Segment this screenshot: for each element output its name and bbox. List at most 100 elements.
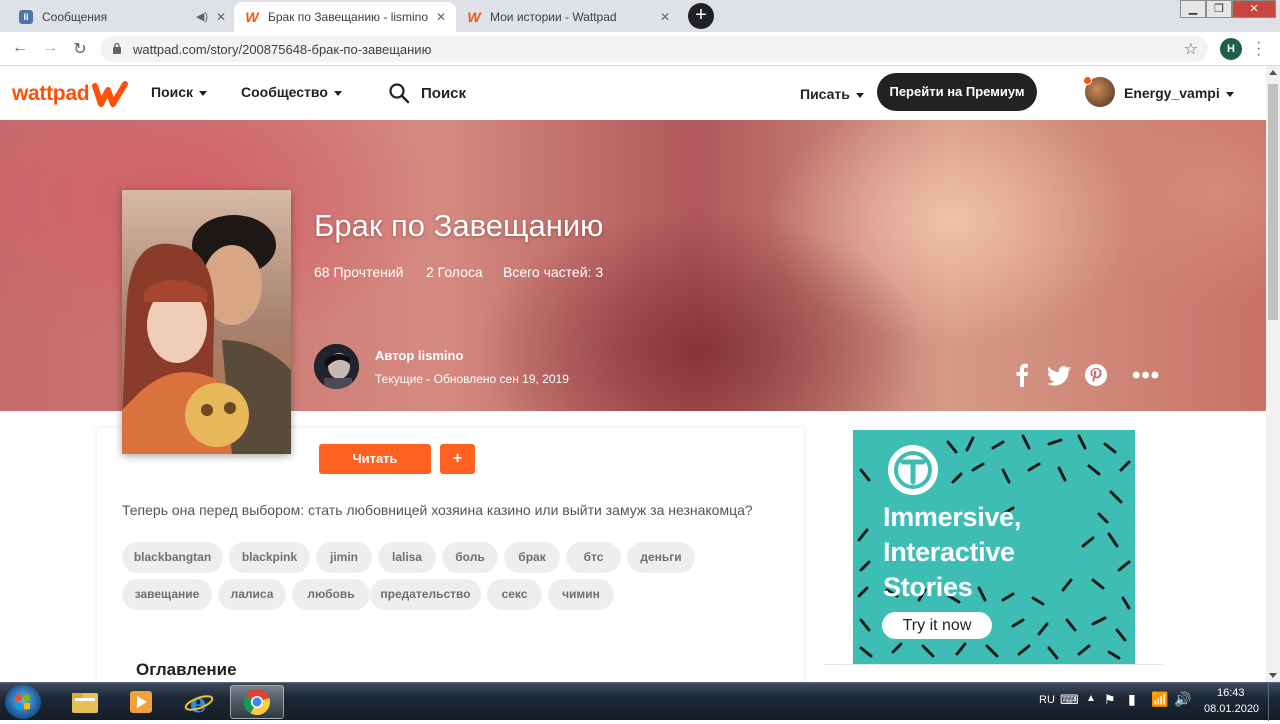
bookmark-star-icon[interactable]: ☆ [1184, 39, 1198, 59]
nav-browse[interactable]: Поиск [151, 84, 208, 100]
back-arrow-icon[interactable]: ← [10, 39, 30, 57]
site-search[interactable]: Поиск [388, 82, 466, 104]
url-text: wattpad.com/story/200875648-брак-по-заве… [133, 42, 432, 57]
table-of-contents-heading: Оглавление [136, 660, 237, 679]
author-avatar[interactable] [314, 344, 359, 389]
wattpad-icon: W [467, 9, 481, 25]
search-icon [389, 83, 410, 104]
story-title: Брак по Завещанию [314, 208, 604, 243]
tag-chip[interactable]: боль [442, 542, 498, 573]
close-tab-icon[interactable]: ✕ [434, 10, 448, 24]
story-description: Теперь она перед выбором: стать любовниц… [122, 502, 753, 518]
explorer-taskbar-button[interactable] [58, 685, 112, 719]
ad-headline-line: Stories [883, 572, 973, 602]
ad-headline-line: Interactive [883, 537, 1015, 567]
tag-chip[interactable]: секс [487, 579, 542, 610]
browser-profile-avatar[interactable]: H [1220, 38, 1242, 60]
media-player-icon [130, 691, 152, 713]
nav-browse-label: Поиск [151, 84, 194, 100]
close-tab-icon[interactable]: ✕ [658, 10, 672, 24]
reload-icon[interactable]: ↻ [70, 39, 90, 59]
parts-count: Всего частей: 3 [503, 264, 604, 280]
read-button[interactable]: Читать [319, 444, 431, 474]
site-header: wattpad Поиск Сообщество Поиск Писать Пе… [0, 66, 1266, 120]
svg-text:e: e [190, 689, 207, 716]
folder-icon [72, 693, 98, 713]
chrome-taskbar-button[interactable] [230, 685, 284, 719]
show-hidden-icons-icon[interactable]: ▲ [1086, 693, 1096, 704]
scrollbar-thumb[interactable] [1268, 84, 1278, 320]
tab-messages[interactable]: II Сообщения ◀) ✕ [8, 2, 236, 32]
tab-my-stories[interactable]: W Мои истории - Wattpad ✕ [456, 2, 680, 32]
browser-menu-icon[interactable]: · · · [1256, 35, 1261, 63]
user-menu[interactable]: Energy_vampi [1124, 85, 1234, 101]
tag-chip[interactable]: jimin [316, 542, 372, 573]
chrome-icon [243, 689, 270, 716]
notification-dot [1083, 76, 1092, 85]
author-link[interactable]: Автор lismino [375, 348, 463, 363]
windows-taskbar: e RU ⌨ ▲ ⚑ ▮ 📶 🔊 16:43 08.01.2020 [0, 682, 1280, 721]
nav-community-label: Сообщество [241, 84, 328, 100]
flag-icon[interactable]: ⚑ [1104, 692, 1116, 708]
scroll-up-arrow-icon[interactable] [1269, 70, 1277, 75]
address-bar[interactable]: wattpad.com/story/200875648-брак-по-заве… [100, 36, 1208, 62]
divider [823, 664, 1163, 665]
show-desktop-button[interactable] [1268, 683, 1280, 721]
votes-count: 2 Голоса [426, 264, 483, 280]
tag-chip[interactable]: blackbangtan [122, 542, 223, 573]
search-input[interactable]: Поиск [421, 85, 466, 102]
internet-explorer-taskbar-button[interactable]: e [172, 685, 226, 719]
nav-community[interactable]: Сообщество [241, 84, 342, 100]
tab-title: Брак по Завещанию - lismino - [268, 10, 428, 24]
wattpad-logo[interactable]: wattpad [12, 80, 129, 108]
volume-icon[interactable]: 🔊 [1174, 691, 1191, 708]
advertisement-banner[interactable]: Immersive, Interactive Stories Try it no… [853, 430, 1135, 664]
chevron-down-icon [199, 90, 208, 96]
facebook-icon[interactable] [1015, 363, 1029, 392]
close-tab-icon[interactable]: ✕ [214, 10, 228, 24]
tab-story[interactable]: W Брак по Завещанию - lismino - ✕ [234, 2, 456, 32]
logo-text: wattpad [12, 82, 90, 105]
scroll-down-arrow-icon[interactable] [1269, 673, 1277, 678]
audio-playing-icon[interactable]: ◀) [196, 10, 208, 23]
tag-chip[interactable]: лалиса [218, 579, 286, 610]
tag-chip[interactable]: предательство [370, 579, 481, 610]
nav-write-label: Писать [800, 86, 850, 102]
clock-time[interactable]: 16:43 [1217, 687, 1245, 699]
maximize-button[interactable]: ❐ [1206, 0, 1232, 18]
keyboard-icon[interactable]: ⌨ [1060, 692, 1079, 708]
lock-icon [113, 42, 121, 54]
tab-title: Сообщения [42, 10, 108, 24]
media-player-taskbar-button[interactable] [114, 685, 168, 719]
minimize-button[interactable]: ▁ [1180, 0, 1206, 18]
twitter-icon[interactable] [1046, 366, 1072, 391]
tag-chip[interactable]: брак [504, 542, 560, 573]
tag-chip[interactable]: бтс [566, 542, 621, 573]
tag-chip[interactable]: lalisa [378, 542, 436, 573]
premium-button[interactable]: Перейти на Премиум [877, 73, 1037, 111]
nav-write[interactable]: Писать [800, 86, 864, 102]
tab-title: Мои истории - Wattpad [490, 10, 617, 24]
tag-chip[interactable]: завещание [122, 579, 212, 610]
ad-cta-button[interactable]: Try it now [882, 612, 992, 639]
forward-arrow-icon[interactable]: → [40, 39, 60, 57]
tag-chip[interactable]: blackpink [229, 542, 310, 573]
start-button[interactable] [5, 685, 41, 719]
browser-toolbar: ← → ↻ wattpad.com/story/200875648-брак-п… [0, 32, 1280, 66]
more-options-icon[interactable]: ••• [1132, 362, 1160, 390]
new-tab-button[interactable]: + [688, 3, 714, 29]
chevron-down-icon [333, 90, 342, 96]
clock-date[interactable]: 08.01.2020 [1204, 703, 1259, 715]
language-indicator[interactable]: RU [1039, 694, 1055, 706]
page-scrollbar[interactable] [1266, 66, 1280, 682]
add-to-library-button[interactable]: + [440, 444, 475, 474]
pinterest-icon[interactable] [1084, 363, 1108, 392]
close-window-button[interactable]: ✕ [1232, 0, 1276, 18]
network-icon[interactable]: 📶 [1151, 691, 1168, 708]
wattpad-icon: W [245, 9, 259, 25]
tag-chip[interactable]: деньги [627, 542, 695, 573]
tag-chip[interactable]: любовь [292, 579, 370, 610]
power-icon[interactable]: ▮ [1128, 691, 1136, 708]
tag-chip[interactable]: чимин [548, 579, 614, 610]
internet-explorer-icon: e [184, 689, 214, 716]
